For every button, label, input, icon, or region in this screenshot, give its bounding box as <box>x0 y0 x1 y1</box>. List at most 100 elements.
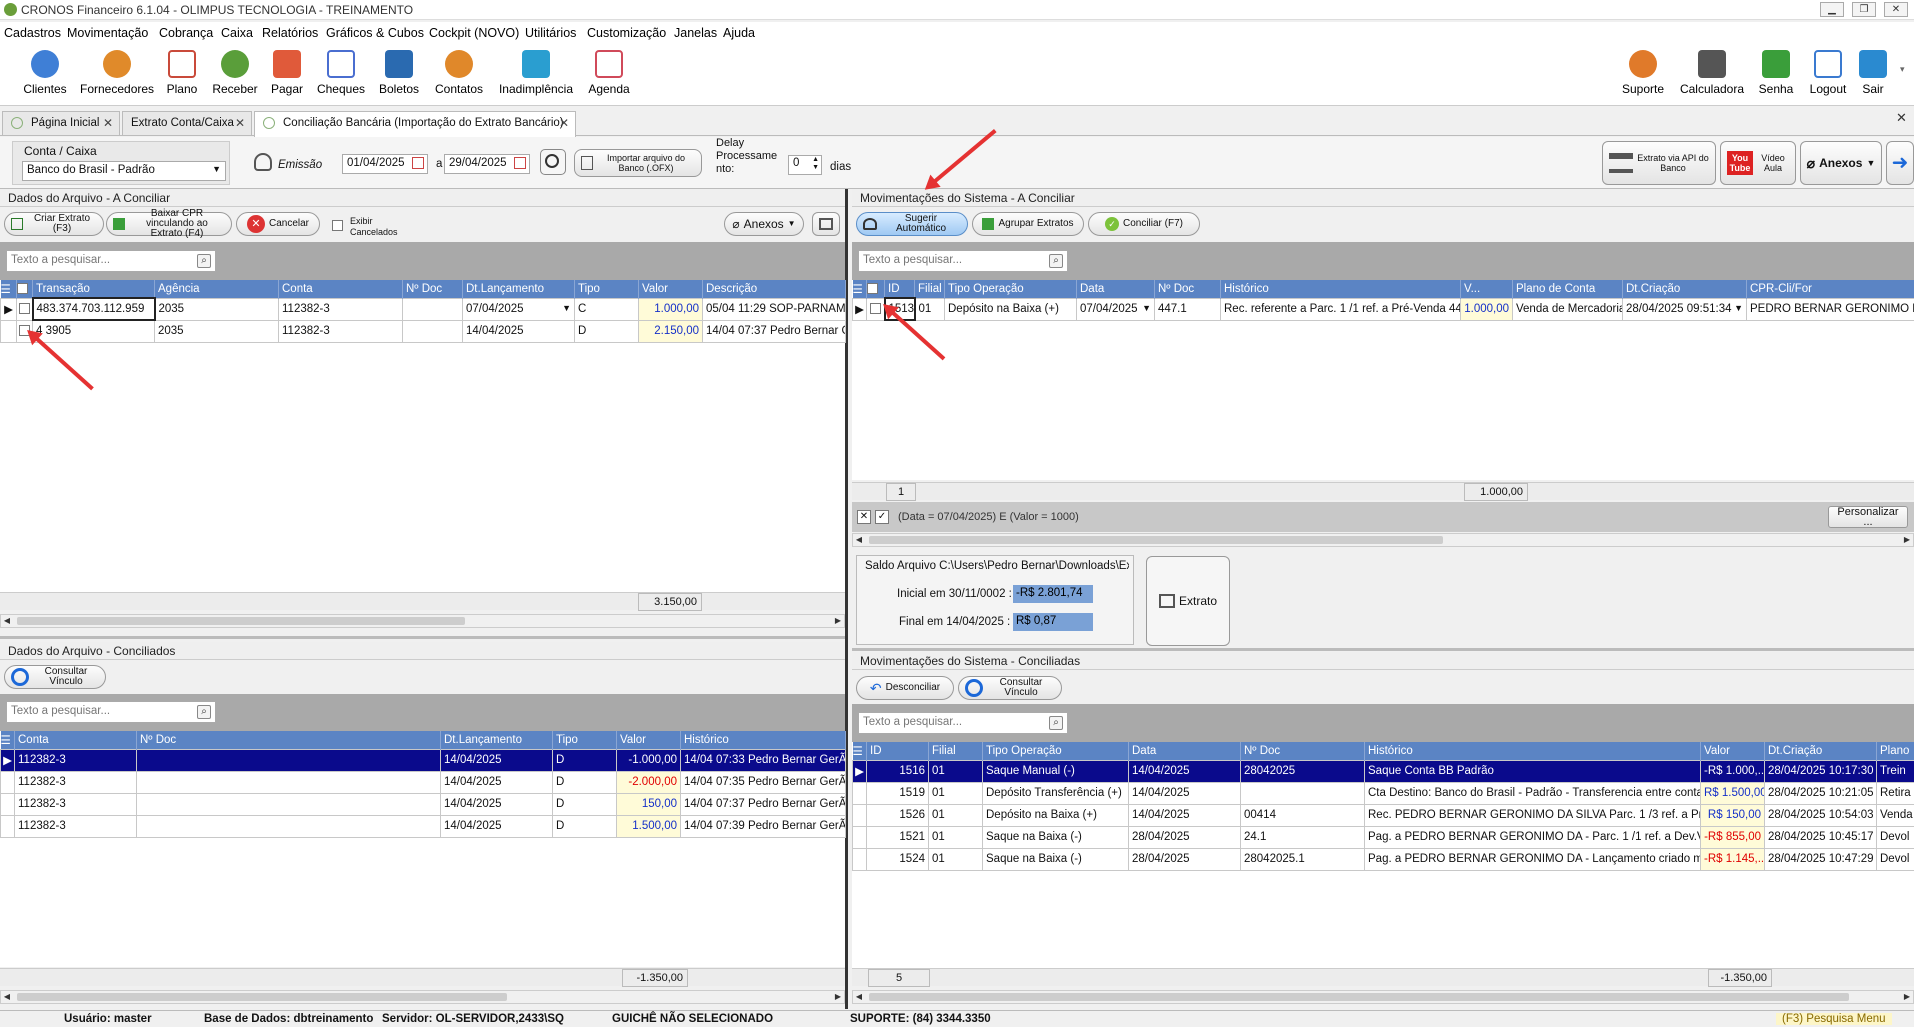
tab-pagina-inicial[interactable]: Página Inicial ✕ <box>2 111 120 135</box>
consultar-vinculo-right-button[interactable]: Consultar Vínculo <box>958 676 1062 700</box>
toolbar-logout-button[interactable]: Logout <box>1806 50 1850 96</box>
cell-conta[interactable]: 112382-3 <box>14 814 137 838</box>
cell-plano[interactable]: Trein <box>1876 759 1914 783</box>
cell-filial[interactable]: 01 <box>928 759 983 783</box>
cell-transacao[interactable]: 483.374.703.112.959 <box>31 297 156 321</box>
chevron-down-icon[interactable]: ▼ <box>1734 303 1743 313</box>
cell-id[interactable]: 1519 <box>866 781 929 805</box>
cell-ndoc[interactable] <box>136 770 441 794</box>
cell-data[interactable]: 14/04/2025 <box>1128 781 1241 805</box>
row-checkbox[interactable] <box>16 297 33 321</box>
table-row[interactable]: 1519 01 Depósito Transferência (+) 14/04… <box>852 781 1914 805</box>
cell-tipo-operacao[interactable]: Saque Manual (-) <box>982 759 1129 783</box>
cell-valor[interactable]: -R$ 855,00 <box>1700 825 1765 849</box>
table-row[interactable]: 112382-3 14/04/2025 D 150,00 14/04 07:37… <box>0 792 846 816</box>
cell-historico[interactable]: 14/04 07:35 Pedro Bernar GerÃ´ <box>680 770 846 794</box>
toolbar-clientes-button[interactable]: Clientes <box>22 50 68 96</box>
next-arrow-button[interactable]: ➜ <box>1886 141 1914 185</box>
menu-cadastros[interactable]: Cadastros <box>4 26 61 40</box>
scroll-right-icon[interactable]: ▶ <box>832 615 844 627</box>
print-left-button[interactable] <box>812 212 840 236</box>
col-historico[interactable]: Histórico <box>1220 280 1461 298</box>
toolbar-overflow-icon[interactable]: ▾ <box>1900 64 1905 75</box>
col-filial[interactable]: Filial <box>914 280 945 298</box>
enable-filter-checkbox[interactable]: ✓ <box>875 510 889 524</box>
calendar-icon[interactable] <box>514 157 526 169</box>
cell-ndoc[interactable]: 00414 <box>1240 803 1365 827</box>
menu-movimentacao[interactable]: Movimentação <box>67 26 148 40</box>
filter-funnel-icon[interactable] <box>254 153 272 171</box>
close-tab-icon[interactable]: ✕ <box>559 116 569 130</box>
right-horizontal-splitter[interactable] <box>852 648 1914 651</box>
col-conta[interactable]: Conta <box>14 731 137 749</box>
col-ndoc[interactable]: Nº Doc <box>1154 280 1221 298</box>
cell-valor[interactable]: -2.000,00 <box>616 770 681 794</box>
search-icon[interactable]: ⌕ <box>197 254 211 268</box>
search-icon[interactable]: ⌕ <box>1049 716 1063 730</box>
consultar-vinculo-left-button[interactable]: Consultar Vínculo <box>4 665 106 689</box>
cell-historico[interactable]: Rec. referente a Parc. 1 /1 ref. a Pré-V… <box>1220 297 1461 321</box>
cell-tipo[interactable]: D <box>552 770 617 794</box>
cell-valor[interactable]: R$ 150,00 <box>1700 803 1765 827</box>
cell-ndoc[interactable] <box>136 814 441 838</box>
cell-plano[interactable]: Devol <box>1876 847 1914 871</box>
minimize-button[interactable]: ▁ <box>1820 2 1844 17</box>
cell-tipo[interactable]: D <box>552 814 617 838</box>
toolbar-sair-button[interactable]: Sair <box>1858 50 1888 96</box>
left-bottom-search-input[interactable]: Texto a pesquisar... ⌕ <box>6 701 216 723</box>
cell-data[interactable]: 14/04/2025 <box>1128 759 1241 783</box>
cell-tipo[interactable]: C <box>574 297 639 321</box>
toolbar-receber-button[interactable]: Receber <box>212 50 258 96</box>
cell-valor[interactable]: 150,00 <box>616 792 681 816</box>
left-bottom-hscroll[interactable]: ◀ ▶ <box>0 990 845 1004</box>
cell-valor[interactable]: 1.500,00 <box>616 814 681 838</box>
cell-plano[interactable]: Retira <box>1876 781 1914 805</box>
table-row[interactable]: ▶ 112382-3 14/04/2025 D -1.000,00 14/04 … <box>0 748 846 772</box>
cell-agencia[interactable]: 2035 <box>154 297 279 321</box>
right-top-hscroll[interactable]: ◀ ▶ <box>852 533 1914 547</box>
col-data[interactable]: Data <box>1128 742 1241 760</box>
cell-id[interactable]: 1516 <box>866 759 929 783</box>
menu-caixa[interactable]: Caixa <box>221 26 253 40</box>
menu-customizacao[interactable]: Customização <box>587 26 666 40</box>
cell-ndoc[interactable]: 447.1 <box>1154 297 1221 321</box>
cell-dt-criacao[interactable]: 28/04/2025 10:17:30 <box>1764 759 1877 783</box>
right-bottom-search-input[interactable]: Texto a pesquisar... ⌕ <box>858 712 1068 734</box>
cell-historico[interactable]: 14/04 07:39 Pedro Bernar GerÃ´ <box>680 814 846 838</box>
cell-tipo[interactable]: D <box>552 792 617 816</box>
exibir-cancelados-checkbox[interactable] <box>332 220 343 231</box>
cell-data[interactable]: 07/04/2025 ▼ <box>1076 297 1155 321</box>
personalizar-button[interactable]: Personalizar ... <box>1828 506 1908 528</box>
cell-dt-criacao[interactable]: 28/04/2025 10:47:29 <box>1764 847 1877 871</box>
col-ndoc[interactable]: Nº Doc <box>402 280 463 298</box>
cell-dt-lancamento[interactable]: 07/04/2025 ▼ <box>462 297 575 321</box>
cell-tipo-operacao[interactable]: Saque na Baixa (-) <box>982 847 1129 871</box>
grid-menu-icon[interactable]: ☰ <box>852 742 867 760</box>
col-id[interactable]: ID <box>884 280 915 298</box>
cell-historico[interactable]: 14/04 07:33 Pedro Bernar GerÃ´n <box>680 748 846 772</box>
cell-data[interactable]: 14/04/2025 <box>1128 803 1241 827</box>
scroll-left-icon[interactable]: ◀ <box>853 991 865 1003</box>
cell-historico[interactable]: Pag. a PEDRO BERNAR GERONIMO DA - Parc. … <box>1364 825 1701 849</box>
col-historico[interactable]: Histórico <box>680 731 846 749</box>
delay-stepper[interactable]: 0 ▲ ▼ <box>788 155 822 175</box>
scroll-left-icon[interactable]: ◀ <box>1 615 13 627</box>
toolbar-pagar-button[interactable]: Pagar <box>268 50 306 96</box>
scroll-right-icon[interactable]: ▶ <box>832 991 844 1003</box>
video-aula-button[interactable]: You Tube Vídeo Aula <box>1720 141 1796 185</box>
toolbar-boletos-button[interactable]: Boletos <box>376 50 422 96</box>
cell-historico[interactable]: Pag. a PEDRO BERNAR GERONIMO DA - Lançam… <box>1364 847 1701 871</box>
left-top-search-input[interactable]: Texto a pesquisar... ⌕ <box>6 250 216 272</box>
table-row[interactable]: ▶ 1513 01 Depósito na Baixa (+) 07/04/20… <box>852 297 1914 321</box>
cell-plano[interactable]: Venda <box>1876 803 1914 827</box>
cell-conta[interactable]: 112382-3 <box>14 770 137 794</box>
col-tipo[interactable]: Tipo <box>574 280 639 298</box>
grid-menu-icon[interactable]: ☰ <box>0 280 17 298</box>
cell-ndoc[interactable] <box>402 297 463 321</box>
table-row[interactable]: ▶ 483.374.703.112.959 2035 112382-3 07/0… <box>0 297 846 321</box>
chevron-down-icon[interactable]: ▼ <box>1142 303 1151 313</box>
col-dt-criacao[interactable]: Dt.Criação <box>1622 280 1747 298</box>
menu-ajuda[interactable]: Ajuda <box>723 26 755 40</box>
col-data[interactable]: Data <box>1076 280 1155 298</box>
spin-arrows-icon[interactable]: ▲ ▼ <box>812 156 819 172</box>
